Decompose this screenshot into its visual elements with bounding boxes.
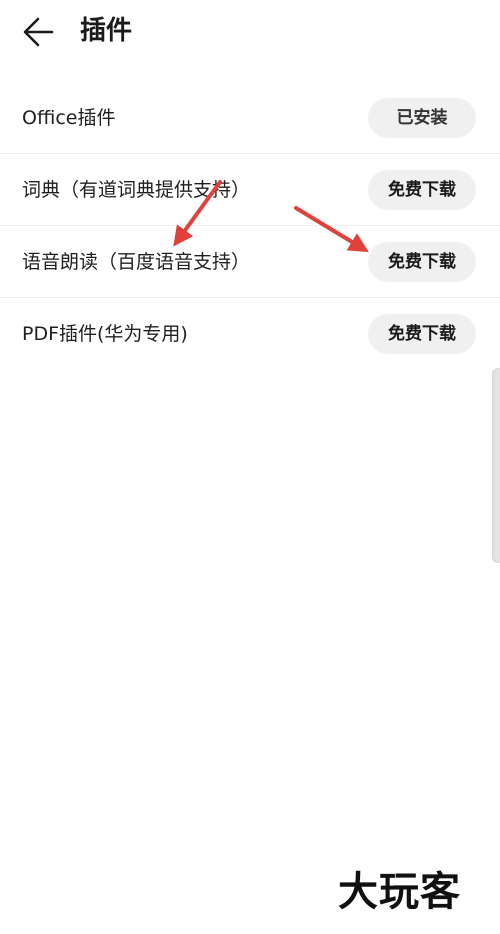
plugin-list: Office插件 已安装 词典（有道词典提供支持） 免费下载 语音朗读（百度语音… <box>0 82 500 370</box>
plugin-label-dictionary: 词典（有道词典提供支持） <box>22 179 251 201</box>
scroll-indicator[interactable] <box>492 368 500 563</box>
download-button-dictionary[interactable]: 免费下载 <box>368 170 476 210</box>
arrow-left-icon <box>23 17 54 47</box>
plugin-row-office: Office插件 已安装 <box>0 82 500 154</box>
plugin-label-voice-reading: 语音朗读（百度语音支持） <box>22 251 251 273</box>
download-button-voice-reading[interactable]: 免费下载 <box>368 242 476 282</box>
watermark-logo: 大玩客 <box>338 869 461 915</box>
plugin-label-office: Office插件 <box>22 107 116 129</box>
plugin-row-voice-reading: 语音朗读（百度语音支持） 免费下载 <box>0 226 500 298</box>
app-header: 插件 <box>0 0 500 64</box>
download-button-pdf[interactable]: 免费下载 <box>368 314 476 354</box>
plugin-row-pdf: PDF插件(华为专用) 免费下载 <box>0 298 500 370</box>
page-title: 插件 <box>80 16 133 46</box>
plugin-row-dictionary: 词典（有道词典提供支持） 免费下载 <box>0 154 500 226</box>
back-button[interactable] <box>18 14 58 50</box>
plugin-label-pdf: PDF插件(华为专用) <box>22 323 188 345</box>
installed-button-office[interactable]: 已安装 <box>368 98 476 138</box>
